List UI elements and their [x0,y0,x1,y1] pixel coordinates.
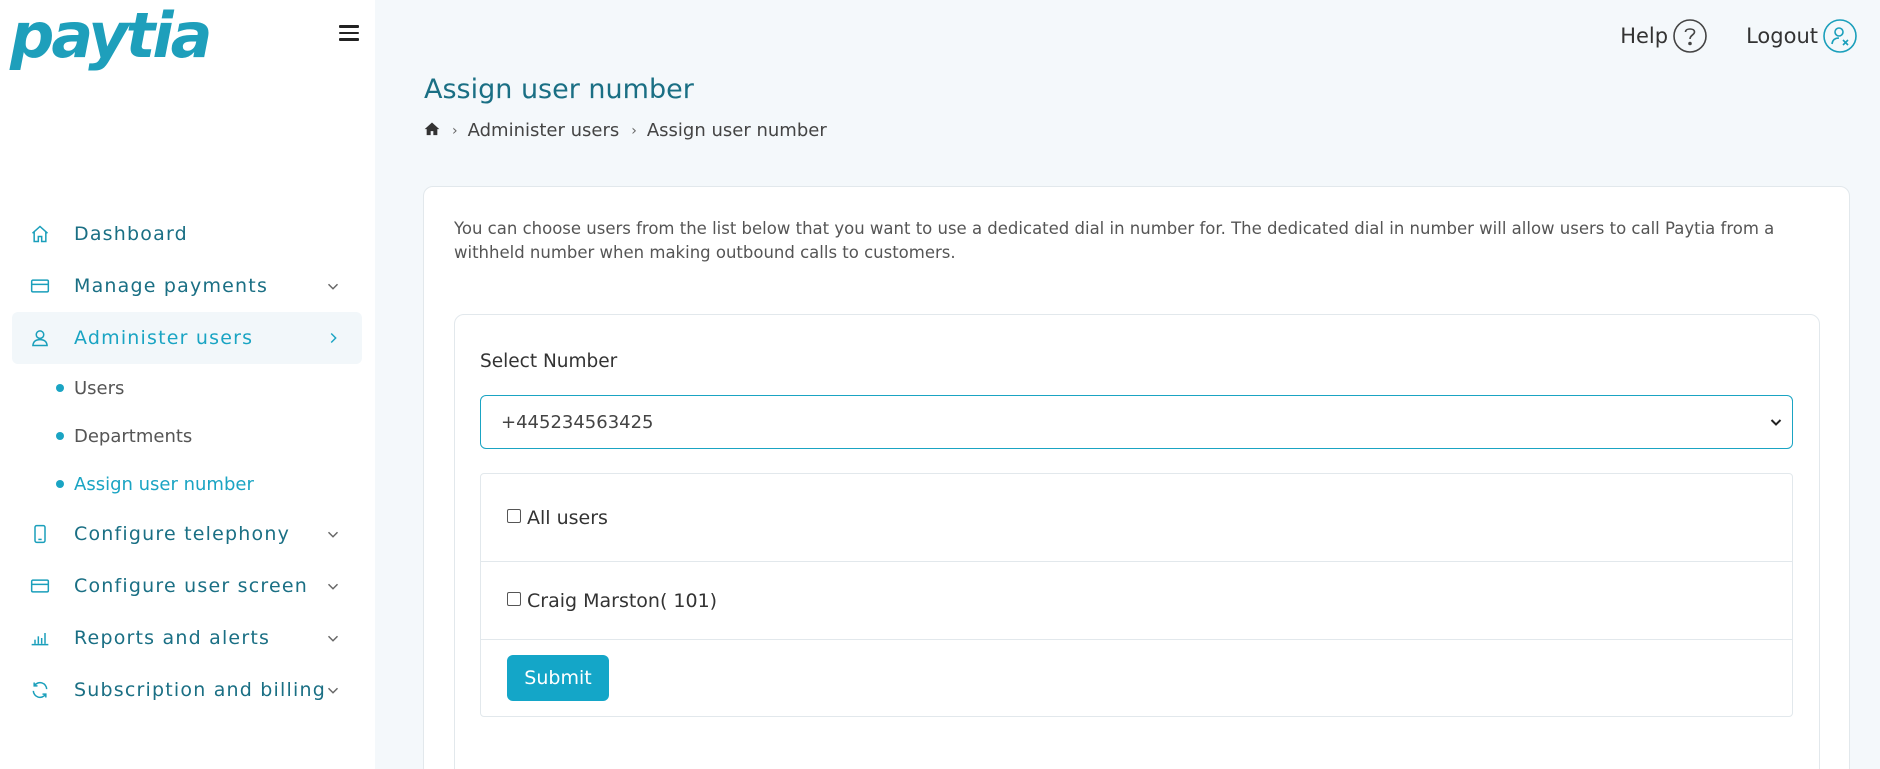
bullet-dot [56,480,64,488]
breadcrumb-administer-users[interactable]: Administer users [468,120,620,141]
sidebar-item-administer-users[interactable]: Administer users [12,312,362,364]
logout-link[interactable]: Logout [1746,18,1858,54]
assign-form-card: Select Number +445234563425 All users Cr… [454,314,1820,769]
main-card: You can choose users from the list below… [423,186,1850,769]
sidebar: paytia Dashboard Manage payments Adminis… [0,0,375,769]
sidebar-item-subscription-and-billing[interactable]: Subscription and billing [12,664,362,716]
bar-chart-icon [28,626,52,650]
user-label: Craig Marston( 101) [527,589,718,612]
subitem-label: Departments [74,425,193,447]
sidebar-item-configure-telephony[interactable]: Configure telephony [12,508,362,560]
hamburger-menu-icon[interactable] [339,25,359,43]
all-users-label: All users [527,506,608,529]
card-icon [28,574,52,598]
sidebar-item-label: Dashboard [74,223,188,245]
page-title: Assign user number [424,74,694,105]
user-checkbox-list: All users Craig Marston( 101) Submit [480,473,1793,717]
all-users-checkbox[interactable] [507,508,521,523]
submit-button[interactable]: Submit [507,655,609,701]
user-checkbox[interactable] [507,591,521,606]
list-item: All users [481,474,1792,562]
chevron-down-icon [327,583,339,590]
bullet-dot [56,384,64,392]
home-icon [28,222,52,246]
breadcrumb-separator: › [631,122,637,139]
sidebar-item-label: Reports and alerts [74,627,271,649]
sidebar-subitem-users[interactable]: Users [56,364,362,412]
sidebar-item-dashboard[interactable]: Dashboard [12,208,362,260]
subitem-label: Assign user number [74,473,254,495]
sidebar-item-label: Subscription and billing [74,679,326,701]
paytia-logo[interactable]: paytia [10,0,212,72]
phone-icon [28,522,52,546]
sidebar-nav: Dashboard Manage payments Administer use… [12,208,362,716]
bullet-dot [56,432,64,440]
help-link[interactable]: Help [1620,18,1708,54]
breadcrumb-current: Assign user number [646,120,827,141]
breadcrumb: › Administer users › Assign user number [424,120,827,141]
sidebar-item-label: Configure telephony [74,523,291,545]
number-select[interactable]: +445234563425 [480,395,1793,449]
sidebar-item-label: Manage payments [74,275,269,297]
sidebar-item-label: Configure user screen [74,575,308,597]
sidebar-subnav: Users Departments Assign user number [12,364,362,508]
refresh-icon [28,678,52,702]
chevron-right-icon [330,332,337,344]
breadcrumb-separator: › [452,122,458,139]
user-logout-icon [1822,18,1858,54]
question-icon [1672,18,1708,54]
sidebar-item-manage-payments[interactable]: Manage payments [12,260,362,312]
chevron-down-icon [327,531,339,538]
select-number-label: Select Number [480,351,618,372]
user-icon [28,326,52,350]
topbar-actions: Help Logout [1582,18,1858,54]
sidebar-subitem-assign-user-number[interactable]: Assign user number [56,460,362,508]
card-icon [28,274,52,298]
list-item: Craig Marston( 101) [481,562,1792,640]
number-select-value: +445234563425 [501,411,654,433]
sidebar-item-reports-and-alerts[interactable]: Reports and alerts [12,612,362,664]
chevron-down-icon [327,283,339,290]
home-icon[interactable] [424,120,440,141]
sidebar-item-label: Administer users [74,327,254,349]
subitem-label: Users [74,377,125,399]
help-label: Help [1620,24,1669,48]
logout-label: Logout [1746,24,1818,48]
submit-row: Submit [481,640,1792,716]
chevron-down-icon [1770,419,1782,426]
intro-text: You can choose users from the list below… [454,219,1775,262]
sidebar-subitem-departments[interactable]: Departments [56,412,362,460]
chevron-down-icon [327,635,339,642]
chevron-down-icon [327,687,339,694]
sidebar-item-configure-user-screen[interactable]: Configure user screen [12,560,362,612]
